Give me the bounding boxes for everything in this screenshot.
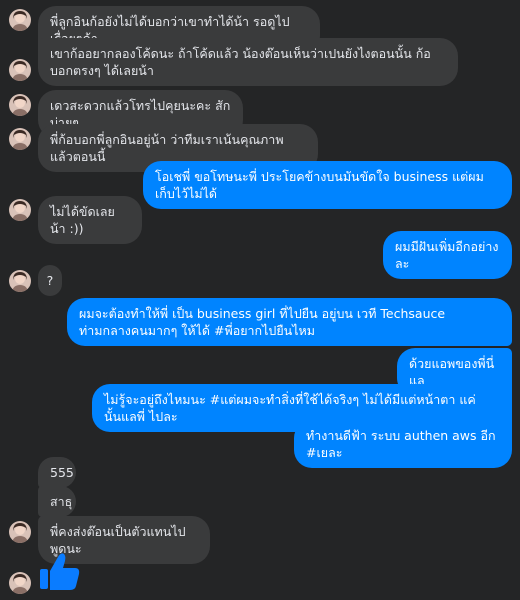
message-text: ไม่ได้ขัดเลยน้า :)) [50,204,115,236]
message-text: ทำงานดีฟ้า ระบบ authen aws อีก #เยละ [306,428,496,460]
avatar-icon[interactable] [9,521,31,543]
message-text: ? [46,273,54,288]
avatar-icon[interactable] [9,59,31,81]
message-incoming[interactable]: ไม่ได้ขัดเลยน้า :)) [38,196,142,244]
message-text: ผมมีฝันเพิ่มอีกอย่างละ [395,239,499,271]
message-text: ผมจะต้องทำให้พี่ เป็น business girl ที่ไ… [79,306,446,338]
message-outgoing[interactable]: ทำงานดีฟ้า ระบบ authen aws อีก #เยละ [294,420,512,468]
message-text: พี่ก้อบอกพี่ลูกอินอยู่น้า ว่าทีมเราเน้นค… [50,132,284,164]
avatar-icon[interactable] [9,9,31,31]
avatar-icon[interactable] [9,572,31,594]
avatar-icon[interactable] [9,128,31,150]
message-text: โอเชพี่ ขอโทษนะพี่ ประโยคข้างบนมันขัดใจ … [155,169,484,201]
avatar-icon[interactable] [9,199,31,221]
thumbs-up-icon[interactable] [38,549,82,593]
message-outgoing[interactable]: ผมมีฝันเพิ่มอีกอย่างละ [383,231,512,279]
message-incoming[interactable]: ? [38,265,62,296]
message-text: 555 [50,465,74,480]
avatar-icon[interactable] [9,94,31,116]
message-incoming[interactable]: 555 [38,457,76,488]
message-text: สาธุ [50,494,73,509]
message-incoming[interactable]: สาธุ [38,486,76,517]
message-text: เขาก้ออยากลองโค้ดนะ ถ้าโค้ดแล้ว น้องต๊อน… [50,46,431,78]
message-outgoing[interactable]: ผมจะต้องทำให้พี่ เป็น business girl ที่ไ… [67,298,512,346]
message-outgoing[interactable]: โอเชพี่ ขอโทษนะพี่ ประโยคข้างบนมันขัดใจ … [143,161,512,209]
message-incoming[interactable]: เขาก้ออยากลองโค้ดนะ ถ้าโค้ดแล้ว น้องต๊อน… [38,38,458,86]
avatar-icon[interactable] [9,270,31,292]
